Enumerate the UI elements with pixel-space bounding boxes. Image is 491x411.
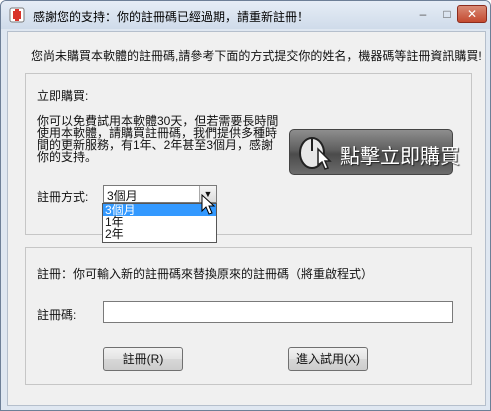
close-button[interactable]: ✕ [457, 5, 487, 23]
buy-heading: 立即購買: [37, 89, 89, 103]
close-icon: ✕ [466, 7, 478, 21]
buy-now-label: 點擊立即購買 [340, 144, 460, 168]
enter-trial-button[interactable]: 進入試用(X) [288, 347, 368, 371]
mouse-click-icon [299, 137, 332, 170]
method-label: 註冊方式: [37, 190, 89, 204]
registration-code-input[interactable] [103, 301, 453, 323]
mouse-cursor-icon [201, 194, 216, 215]
minimize-icon: – [419, 7, 427, 21]
method-dropdown-list: 3個月 1年 2年 [102, 203, 217, 243]
minimize-button[interactable]: – [411, 5, 435, 23]
buy-now-button[interactable]: 點擊立即購買 [289, 129, 460, 175]
license-dialog: 感謝您的支持：你的註冊碼已經過期，請重新註冊！ – □ ✕ 您尚未購買本軟體的註… [0, 0, 491, 411]
register-heading: 註冊：你可輸入新的註冊碼來替換原來的註冊碼（將重啟程式） [37, 267, 374, 281]
register-button[interactable]: 註冊(R) [103, 347, 183, 371]
window-title: 感謝您的支持：你的註冊碼已經過期，請重新註冊！ [33, 10, 310, 24]
app-icon [9, 7, 25, 23]
maximize-button[interactable]: □ [435, 5, 459, 23]
buy-description: 你可以免費試用本軟體30天，但若需要長時間使用本軟體，請購買註冊碼，我們提供多種… [37, 114, 279, 164]
intro-text: 您尚未購買本軟體的註冊碼,請參考下面的方式提交你的姓名，機器碼等註冊資訊購買! [31, 49, 482, 63]
code-label: 註冊碼: [37, 308, 77, 322]
title-bar[interactable]: 感謝您的支持：你的註冊碼已經過期，請重新註冊！ – □ ✕ [1, 1, 490, 29]
method-selected-value: 3個月 [107, 189, 138, 203]
method-option-2-years[interactable]: 2年 [103, 228, 216, 240]
method-select[interactable]: 3個月 ▼ [103, 185, 217, 203]
maximize-icon: □ [443, 7, 451, 21]
